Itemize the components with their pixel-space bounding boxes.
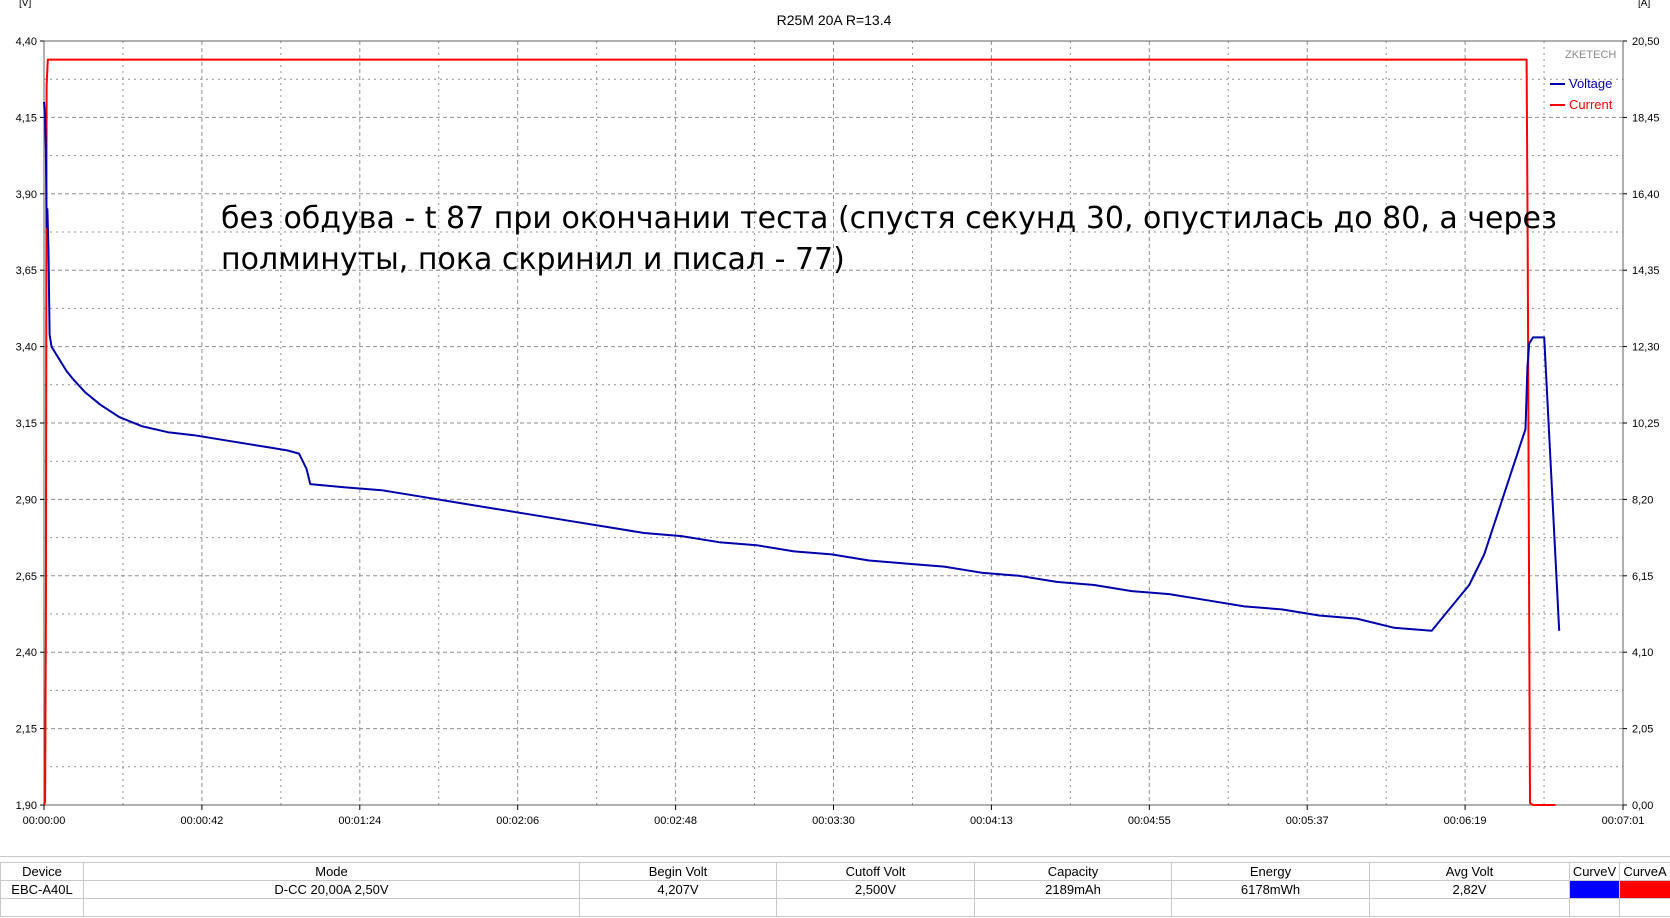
cell-capacity: 2189mAh [974,880,1172,899]
right-tick-label: 6,15 [1632,571,1653,583]
x-tick-label: 00:00:42 [180,815,223,827]
chart-legend: Voltage Current [1550,73,1612,115]
x-tick-label: 00:06:19 [1444,815,1487,827]
x-tick-label: 00:07:01 [1602,815,1645,827]
chart-annotation: без обдува - t 87 при окончании теста (с… [221,198,1557,280]
chart-series [43,58,1561,806]
voltage-line [43,102,1561,632]
header-capacity: Capacity [974,862,1172,881]
left-tick-label: 2,40 [16,647,37,659]
cell-avg-volt: 2,82V [1369,880,1570,899]
voltage-swatch [1550,82,1565,85]
right-tick-label: 10,25 [1632,418,1660,430]
chart-title: R25M 20A R=13.4 [777,12,892,28]
left-tick-label: 3,65 [16,265,37,277]
header-curve-a: CurveA [1619,862,1670,881]
left-tick-label: 2,65 [16,571,37,583]
header-avg-volt: Avg Volt [1369,862,1570,881]
cell-energy: 6178mWh [1171,880,1370,899]
x-tick-label: 00:00:00 [23,815,66,827]
legend-label-current: Current [1569,97,1613,112]
left-tick-label: 2,15 [16,724,37,736]
info-table-row[interactable]: EBC-A40L D-CC 20,00A 2,50V 4,207V 2,500V… [0,880,1670,899]
cell-begin-volt: 4,207V [579,880,777,899]
right-tick-label: 18,45 [1632,112,1660,124]
current-swatch [1550,103,1565,106]
right-tick-label: 0,00 [1632,800,1653,812]
x-tick-label: 00:05:37 [1286,815,1329,827]
right-tick-label: 14,35 [1632,265,1660,277]
left-tick-label: 3,90 [16,189,37,201]
zketech-watermark: ZKETECH [1565,49,1617,61]
chart-grid [43,40,1624,806]
annotation-line-2: полминуты, пока скринил и писал - 77) [221,242,845,277]
left-tick-label: 1,90 [16,800,37,812]
current-line [43,58,1556,806]
left-tick-label: 2,90 [16,494,37,506]
cell-device: EBC-A40L [0,880,84,899]
legend-item-voltage: Voltage [1550,73,1612,94]
right-tick-label: 16,40 [1632,189,1660,201]
legend-label-voltage: Voltage [1569,76,1613,91]
cell-cutoff-volt: 2,500V [776,880,975,899]
x-tick-label: 00:01:24 [338,815,381,827]
x-tick-label: 00:04:13 [970,815,1013,827]
header-cutoff-volt: Cutoff Volt [776,862,975,881]
left-tick-label: 4,15 [16,112,37,124]
info-table-header-row: Device Mode Begin Volt Cutoff Volt Capac… [0,862,1670,881]
right-axis-unit: [A] [1638,0,1650,9]
right-tick-label: 20,50 [1632,36,1660,48]
cell-mode: D-CC 20,00A 2,50V [83,880,580,899]
header-begin-volt: Begin Volt [579,862,777,881]
left-axis-unit: [V] [19,0,31,9]
right-axis-ticks: 20,50 18,45 16,40 14,35 12,30 10,25 8,20 6,15 4,… [1623,36,1660,812]
right-tick-label: 8,20 [1632,494,1653,506]
right-tick-label: 4,10 [1632,647,1653,659]
header-energy: Energy [1171,862,1370,881]
left-axis-ticks: 4,40 4,15 3,90 3,65 3,40 3,15 2,90 2,65 2,40 2,15… [16,36,44,812]
curve-a-color-swatch[interactable] [1619,880,1670,899]
info-table-empty-row [0,898,1670,917]
header-device: Device [0,862,84,881]
discharge-chart: 4,40 4,15 3,90 3,65 3,40 3,15 2,90 2,65 2,40 2,15… [16,0,1660,827]
left-tick-label: 3,15 [16,418,37,430]
info-table-separator [0,856,1670,857]
annotation-line-1: без обдува - t 87 при окончании теста (с… [221,201,1557,236]
info-table: Device Mode Begin Volt Cutoff Volt Capac… [0,862,1670,917]
x-tick-label: 00:03:30 [812,815,855,827]
legend-item-current: Current [1550,94,1612,115]
x-tick-label: 00:02:48 [654,815,697,827]
x-tick-label: 00:02:06 [496,815,539,827]
x-axis-ticks: 00:00:00 00:00:42 00:01:24 00:02:06 00:02:48… [23,805,1645,827]
right-tick-label: 2,05 [1632,724,1653,736]
header-mode: Mode [83,862,580,881]
right-tick-label: 12,30 [1632,342,1660,354]
curve-v-color-swatch[interactable] [1569,880,1620,899]
left-tick-label: 4,40 [16,36,37,48]
header-curve-v: CurveV [1569,862,1620,881]
left-tick-label: 3,40 [16,342,37,354]
x-tick-label: 00:04:55 [1128,815,1171,827]
